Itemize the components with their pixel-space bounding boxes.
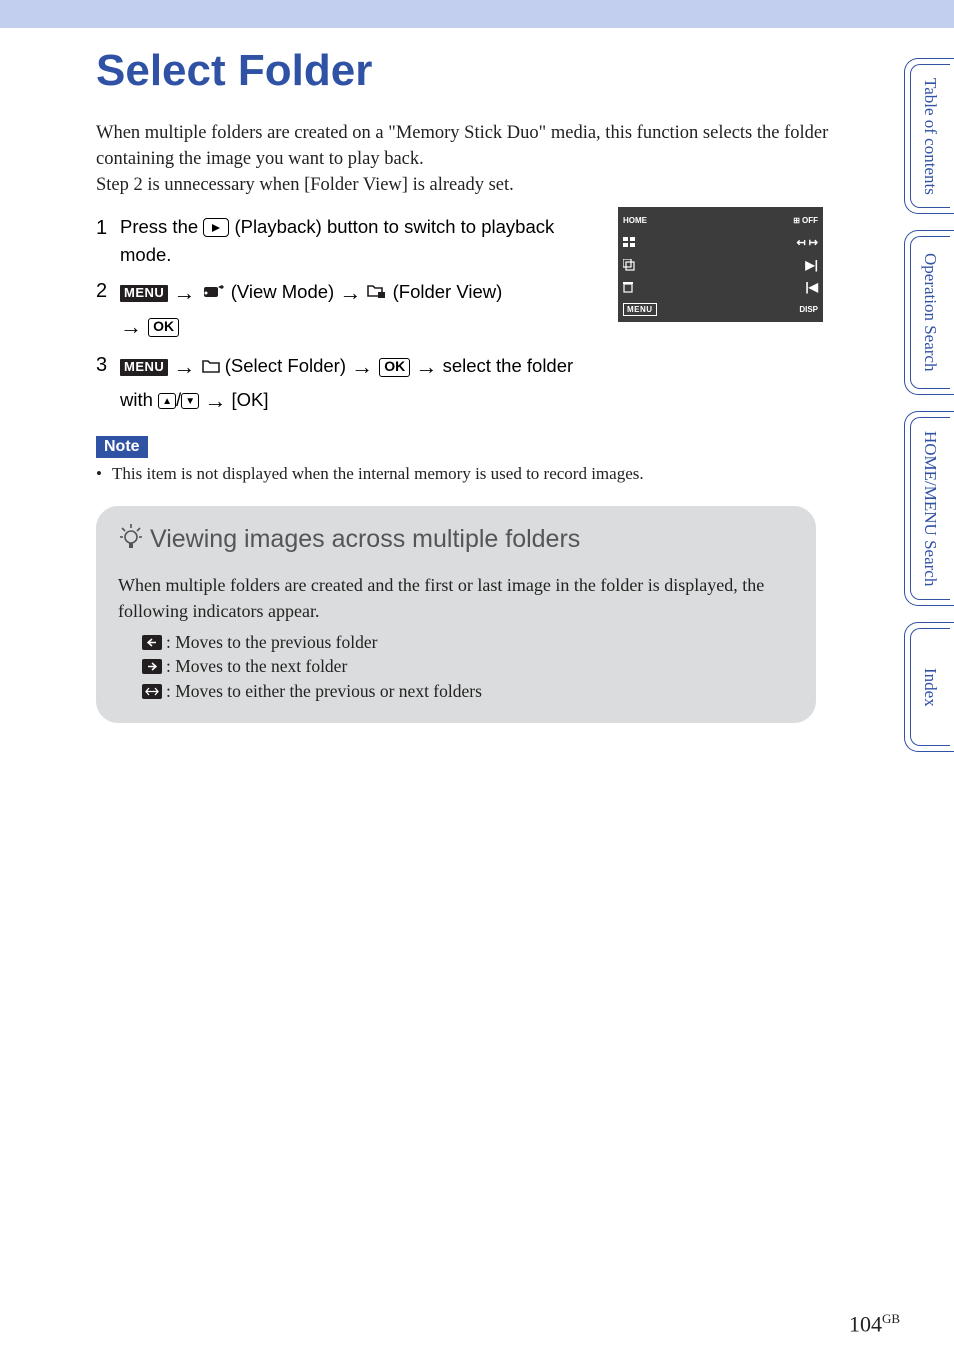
arrow-icon: → (339, 280, 367, 305)
bullet-icon: • (96, 464, 112, 484)
step-1: 1 Press the (Playback) button to switch … (96, 213, 606, 270)
step-2: 2 MENU → (View Mode) → (Folder View) → O… (96, 276, 606, 344)
tip-row: : Moves to either the previous or next f… (142, 679, 796, 704)
display-off-indicator: ⊞OFF (793, 216, 818, 225)
arrow-icon: → (415, 354, 437, 379)
home-indicator: HOME (623, 216, 647, 225)
tip-bulb-icon (118, 522, 144, 557)
prev-folder-icon (142, 635, 162, 650)
step-num: 3 (96, 350, 120, 418)
page-title: Select Folder (96, 46, 842, 96)
note-section: Note • This item is not displayed when t… (96, 436, 842, 484)
grid-icon (623, 237, 636, 248)
tip-body: When multiple folders are created and th… (118, 573, 796, 623)
note-bullet: • This item is not displayed when the in… (96, 464, 842, 484)
page-number-value: 104 (849, 1311, 882, 1336)
menu-icon: MENU (120, 359, 168, 376)
arrow-icon: → (173, 354, 201, 379)
tab-toc[interactable]: Table of contents (904, 58, 954, 214)
tab-label: HOME/MENU Search (921, 431, 939, 586)
tab-label: Index (921, 668, 939, 707)
arrow-icon: → (204, 388, 226, 413)
tab-label: Table of contents (921, 78, 939, 195)
intro-text: When multiple folders are created on a "… (96, 121, 842, 199)
step-3: 3 MENU → (Select Folder) → OK → select t… (96, 350, 606, 418)
page-suffix: GB (882, 1311, 900, 1326)
text: : Moves to the next folder (166, 654, 347, 679)
folder-view-icon (367, 279, 387, 308)
arrow-icon: → (351, 354, 379, 379)
slideshow-icon (623, 259, 635, 271)
camera-screenshot: HOME ⊞OFF ↤ ↦ ▶| |◀ MENU DISP (618, 207, 823, 322)
note-label: Note (96, 436, 148, 458)
text: [OK] (231, 389, 268, 410)
text: : Moves to either the previous or next f… (166, 679, 482, 704)
text: (Folder View) (393, 281, 503, 302)
tip-row: : Moves to the next folder (142, 654, 796, 679)
next-icon: ▶| (805, 258, 818, 272)
tip-box: Viewing images across multiple folders W… (96, 506, 816, 723)
view-mode-icon (202, 279, 226, 308)
tab-operation-search[interactable]: Operation Search (904, 230, 954, 395)
step-body: MENU → (Select Folder) → OK → select the… (120, 350, 606, 418)
page-content: Select Folder When multiple folders are … (0, 28, 842, 723)
select-folder-icon (202, 353, 220, 382)
step-body: MENU → (View Mode) → (Folder View) → OK (120, 276, 606, 344)
tab-label: Operation Search (921, 253, 939, 371)
tab-home-menu-search[interactable]: HOME/MENU Search (904, 411, 954, 606)
disp-indicator: DISP (799, 305, 818, 314)
prev-icon: |◀ (805, 280, 818, 294)
ok-icon: OK (379, 358, 410, 377)
tip-list: : Moves to the previous folder : Moves t… (142, 630, 796, 704)
up-arrow-icon: ▲ (158, 393, 176, 409)
ok-icon: OK (148, 318, 179, 337)
step-body: Press the (Playback) button to switch to… (120, 213, 606, 270)
note-text: This item is not displayed when the inte… (112, 464, 644, 484)
next-folder-icon (142, 659, 162, 674)
top-bar (0, 0, 954, 28)
side-tabs: Table of contents Operation Search HOME/… (866, 58, 954, 758)
tab-index[interactable]: Index (904, 622, 954, 752)
menu-icon: MENU (120, 285, 168, 302)
tip-title: Viewing images across multiple folders (118, 522, 796, 557)
text: (Select Folder) (225, 355, 351, 376)
text: (View Mode) (231, 281, 340, 302)
text: : Moves to the previous folder (166, 630, 377, 655)
zoom-icon: ↤ ↦ (797, 236, 819, 249)
page-number: 104GB (849, 1311, 900, 1337)
steps-list: 1 Press the (Playback) button to switch … (96, 213, 606, 419)
tip-title-text: Viewing images across multiple folders (150, 525, 580, 554)
down-arrow-icon: ▼ (181, 393, 199, 409)
playback-icon (203, 218, 229, 237)
tip-row: : Moves to the previous folder (142, 630, 796, 655)
step-num: 1 (96, 213, 120, 270)
intro-line2: Step 2 is unnecessary when [Folder View]… (96, 175, 514, 195)
trash-icon (623, 281, 633, 293)
menu-indicator: MENU (623, 303, 657, 316)
both-folder-icon (142, 684, 162, 699)
intro-line1: When multiple folders are created on a "… (96, 123, 828, 169)
step-num: 2 (96, 276, 120, 344)
text: Press the (120, 216, 203, 237)
arrow-icon: → (173, 280, 201, 305)
arrow-icon: → (120, 314, 148, 339)
